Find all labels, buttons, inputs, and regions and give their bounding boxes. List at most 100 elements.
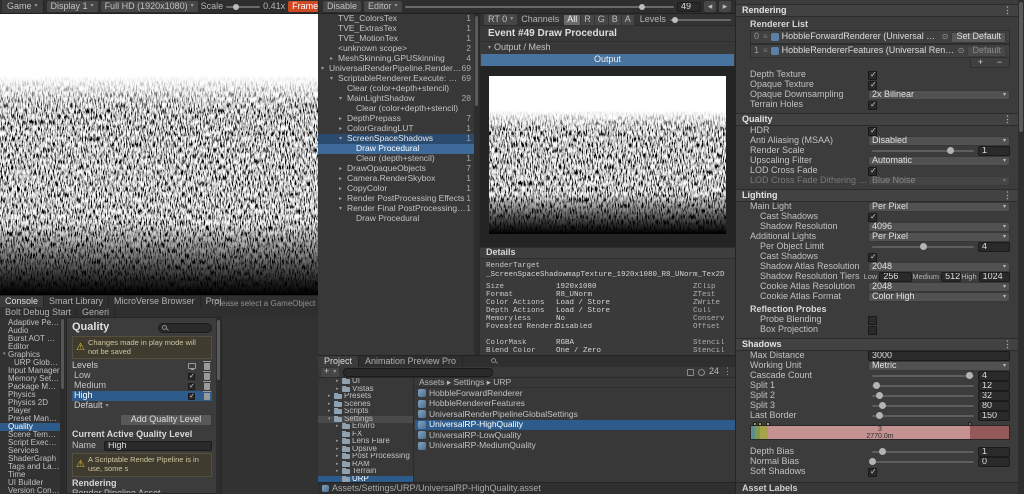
dropdown[interactable]: Per Pixel ▾ xyxy=(868,202,1010,212)
slider-track[interactable] xyxy=(872,243,974,250)
foldout-icon[interactable]: ▾ xyxy=(488,45,491,52)
renderer-list-item[interactable]: 1 ≡ HobbleRendererFeatures (Universal Re… xyxy=(750,44,1010,58)
frame-event-row[interactable]: ▸ ColorGradingLUT 1 xyxy=(318,123,479,134)
foldout-icon[interactable]: ▸ xyxy=(339,196,347,203)
frame-event-row[interactable]: ▸ DepthPrepass 7 xyxy=(318,113,479,124)
tier-value-field[interactable]: 1024 xyxy=(978,272,1010,282)
settings-category[interactable]: Scene Template xyxy=(0,431,60,439)
channel-button[interactable]: B xyxy=(608,14,622,25)
frame-event-row[interactable]: ▸ Camera.RenderSkybox 1 xyxy=(318,173,479,184)
game-tab[interactable]: Game ▾ xyxy=(2,0,44,13)
dropdown[interactable]: 2048 ▾ xyxy=(868,262,1010,272)
inspector-scrollbar-thumb[interactable] xyxy=(1019,2,1023,132)
frame-event-row[interactable]: ▸ DrawOpaqueObjects 7 xyxy=(318,163,479,174)
checkbox[interactable] xyxy=(868,126,877,136)
checkbox[interactable] xyxy=(868,70,877,80)
resolution-dropdown[interactable]: Full HD (1920x1080) ▾ xyxy=(100,1,198,12)
renderer-name[interactable]: HobbleForwardRenderer (Universal Rendere… xyxy=(782,32,939,42)
set-default-button[interactable]: Default xyxy=(967,45,1006,57)
folder-row[interactable]: ▾ Settings xyxy=(318,415,413,423)
trash-icon[interactable] xyxy=(203,380,211,390)
folder-row[interactable]: ▸ Post Processing xyxy=(318,453,413,461)
cascade-bar[interactable]: 3 2770.0m xyxy=(750,422,1010,440)
folder-row[interactable]: ▸ Scripts xyxy=(318,408,413,416)
frame-event-row[interactable]: Draw Procedural xyxy=(318,144,479,154)
kebab-menu-icon[interactable]: ⋮ xyxy=(1003,339,1012,350)
search-input[interactable] xyxy=(158,322,212,333)
asset-row[interactable]: HobbleRendererFeatures xyxy=(415,399,735,410)
foldout-icon[interactable]: ▾ xyxy=(330,76,338,83)
panel-tab[interactable]: Bolt Debug Start xyxy=(0,307,78,317)
slider-track[interactable] xyxy=(872,448,974,455)
asset-row[interactable]: UniversalRP-LowQuality xyxy=(415,430,735,441)
tree-scrollbar[interactable] xyxy=(474,14,479,355)
value-field[interactable]: 150 xyxy=(978,411,1010,421)
folder-row[interactable]: FX xyxy=(318,430,413,439)
settings-category[interactable]: Input Manager xyxy=(0,367,60,375)
event-slider[interactable] xyxy=(404,3,674,10)
object-picker-icon[interactable]: ⊙ xyxy=(958,46,965,56)
settings-category[interactable]: Memory Settings xyxy=(0,375,60,383)
dropdown[interactable]: Blue Noise ▾ xyxy=(868,176,1010,186)
settings-category[interactable]: Package Manager xyxy=(0,383,60,391)
kebab-menu-icon[interactable]: ⋮ xyxy=(1003,190,1012,201)
filter-by-label-icon[interactable] xyxy=(697,368,705,376)
value-field[interactable]: 1 xyxy=(978,447,1010,457)
slider-knob[interactable] xyxy=(946,147,954,154)
frame-event-row[interactable]: ▾ MainLightShadow 28 xyxy=(318,93,479,104)
dropdown[interactable]: 4096 ▾ xyxy=(868,222,1010,232)
create-asset-button[interactable]: + ▾ xyxy=(321,366,340,377)
tier-value-field[interactable]: 256 xyxy=(879,272,913,282)
tier-value-field[interactable]: 512 xyxy=(941,272,962,282)
panel-tab[interactable]: Smart Library xyxy=(44,296,110,307)
frame-debugger-toggle[interactable]: Frame Debugger On xyxy=(288,1,318,12)
settings-scrollbar[interactable] xyxy=(60,317,65,494)
slider-knob[interactable] xyxy=(879,402,887,409)
settings-category[interactable]: Physics 2D xyxy=(0,399,60,407)
tree-scrollbar-thumb[interactable] xyxy=(475,16,478,106)
frame-event-row[interactable]: ▾ ScreenSpaceShadows 1 xyxy=(318,133,479,144)
slider-knob[interactable] xyxy=(876,392,884,399)
settings-category[interactable]: Audio xyxy=(0,327,60,335)
slider-knob[interactable] xyxy=(873,382,881,389)
checkbox[interactable] xyxy=(868,325,877,335)
foldout-icon[interactable]: ▾ xyxy=(339,206,347,213)
settings-category[interactable]: Services xyxy=(0,447,60,455)
slider-track[interactable] xyxy=(872,382,974,389)
frame-event-row[interactable]: TVE_ColorsTex 1 xyxy=(318,14,479,24)
kebab-menu-icon[interactable]: ⋮ xyxy=(1003,114,1012,125)
drag-handle-icon[interactable]: ≡ xyxy=(763,46,768,56)
platform-checkbox[interactable] xyxy=(188,392,195,400)
frame-event-row[interactable]: ▾ Render Final PostProcessing Pass 1 xyxy=(318,203,479,214)
folder-row[interactable]: ▸ Terrain xyxy=(318,468,413,476)
frame-event-row[interactable]: ▾ ScriptableRenderer.Execute: HobbleRend… xyxy=(318,73,479,84)
panel-tab[interactable]: Generi xyxy=(77,307,116,317)
settings-category[interactable]: Adaptive Performa xyxy=(0,319,60,327)
inspector-section-header[interactable]: Lighting ⋮ xyxy=(736,189,1018,202)
value-field[interactable]: 4 xyxy=(978,371,1010,381)
slider-knob[interactable] xyxy=(920,243,927,250)
event-slider-knob[interactable] xyxy=(638,3,645,10)
asset-row[interactable]: UniversalRP-HighQuality xyxy=(415,419,735,430)
frame-event-row[interactable]: Clear (color+depth+stencil) xyxy=(318,104,479,114)
default-quality-dropdown[interactable]: Default ▾ xyxy=(72,400,212,411)
value-field[interactable]: 32 xyxy=(978,391,1010,401)
quality-scrollbar-thumb[interactable] xyxy=(217,320,220,380)
renderer-name[interactable]: HobbleRendererFeatures (Universal Render… xyxy=(782,46,955,56)
settings-category[interactable]: Time xyxy=(0,471,60,479)
display-dropdown[interactable]: Display 1 ▾ xyxy=(46,1,98,12)
slider-knob[interactable] xyxy=(869,458,876,465)
scale-slider[interactable] xyxy=(226,3,261,10)
settings-category[interactable]: Editor xyxy=(0,343,60,351)
slider-track[interactable] xyxy=(872,372,974,379)
settings-category[interactable]: Script Execution O xyxy=(0,439,60,447)
platform-checkbox[interactable] xyxy=(188,372,195,380)
checkbox[interactable] xyxy=(868,467,877,477)
breadcrumb[interactable]: Assets ▸ Settings ▸ URP xyxy=(415,378,735,388)
settings-category[interactable]: ▾ Graphics xyxy=(0,351,60,359)
foldout-icon[interactable]: ▾ xyxy=(339,96,347,103)
fd-target-dropdown[interactable]: Editor ▾ xyxy=(364,1,402,12)
frame-event-row[interactable]: Clear (color+depth+stencil) xyxy=(318,84,479,94)
frame-event-row[interactable]: Draw Procedural xyxy=(318,214,479,224)
value-field[interactable]: 3000 xyxy=(868,351,1010,361)
